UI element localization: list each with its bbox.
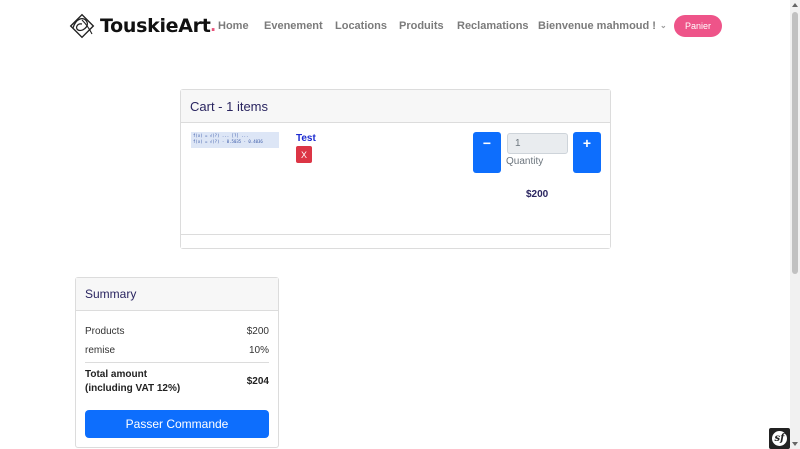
user-greeting: Bienvenue mahmoud ! — [538, 20, 656, 32]
summary-divider — [85, 362, 269, 363]
brand-name: TouskieArt — [100, 15, 211, 37]
nav-evenement[interactable]: Evenement — [264, 20, 323, 32]
total-amount-value: $204 — [246, 376, 269, 387]
cart-title: Cart - 1 items — [190, 99, 269, 114]
summary-row-products: Products $200 — [85, 326, 269, 337]
brand-dot: . — [210, 15, 216, 36]
thumbnail-line: f(x) = √(?) · 0.5035 · 0.4036 — [193, 139, 263, 144]
nav-locations[interactable]: Locations — [335, 20, 387, 32]
item-price: $200 — [526, 189, 549, 200]
summary-row-remise: remise 10% — [85, 345, 269, 356]
passer-commande-button[interactable]: Passer Commande — [85, 410, 269, 438]
nav-reclamations[interactable]: Reclamations — [457, 20, 529, 32]
cart-footer — [181, 234, 610, 248]
increment-quantity-button[interactable]: + — [573, 132, 601, 173]
summary-card: Summary Products $200 remise 10% Total a… — [75, 277, 279, 448]
nav-user-menu[interactable]: Bienvenue mahmoud ! ⌄ — [538, 20, 667, 32]
summary-row-label: remise — [85, 345, 116, 356]
cart-card: Cart - 1 items f(x) = √(?) ... [?] ... f… — [180, 89, 611, 249]
scroll-down-arrow-icon[interactable] — [792, 442, 798, 446]
panier-button[interactable]: Panier — [674, 15, 722, 37]
navbar: TouskieArt. Home Evenement Locations Pro… — [0, 0, 790, 52]
summary-row-value: $200 — [246, 326, 269, 337]
product-name[interactable]: Test — [296, 133, 316, 144]
quantity-label: Quantity — [506, 156, 544, 167]
scroll-up-arrow-icon[interactable] — [792, 3, 798, 7]
touskieart-logo-icon — [69, 13, 95, 39]
decrement-quantity-button[interactable]: − — [473, 132, 501, 173]
summary-title: Summary — [85, 287, 137, 301]
symfony-logo-icon: sf — [772, 431, 787, 446]
nav-home[interactable]: Home — [218, 20, 249, 32]
page-scrollbar[interactable] — [790, 0, 800, 449]
summary-header: Summary — [76, 278, 278, 311]
summary-row-value: 10% — [248, 345, 269, 356]
cart-header: Cart - 1 items — [181, 90, 610, 123]
brand[interactable]: TouskieArt. — [68, 12, 216, 40]
product-thumbnail: f(x) = √(?) ... [?] ... f(x) = √(?) · 0.… — [191, 132, 279, 148]
scrollbar-thumb[interactable] — [792, 12, 798, 274]
remove-item-button[interactable]: X — [296, 146, 312, 163]
quantity-input[interactable]: 1 — [507, 133, 568, 154]
nav-produits[interactable]: Produits — [399, 20, 444, 32]
total-amount-label: Total amount (including VAT 12%) — [85, 369, 181, 394]
summary-row-label: Products — [85, 326, 125, 337]
debug-toolbar-toggle[interactable]: sf — [769, 428, 790, 449]
chevron-down-icon: ⌄ — [659, 21, 667, 30]
